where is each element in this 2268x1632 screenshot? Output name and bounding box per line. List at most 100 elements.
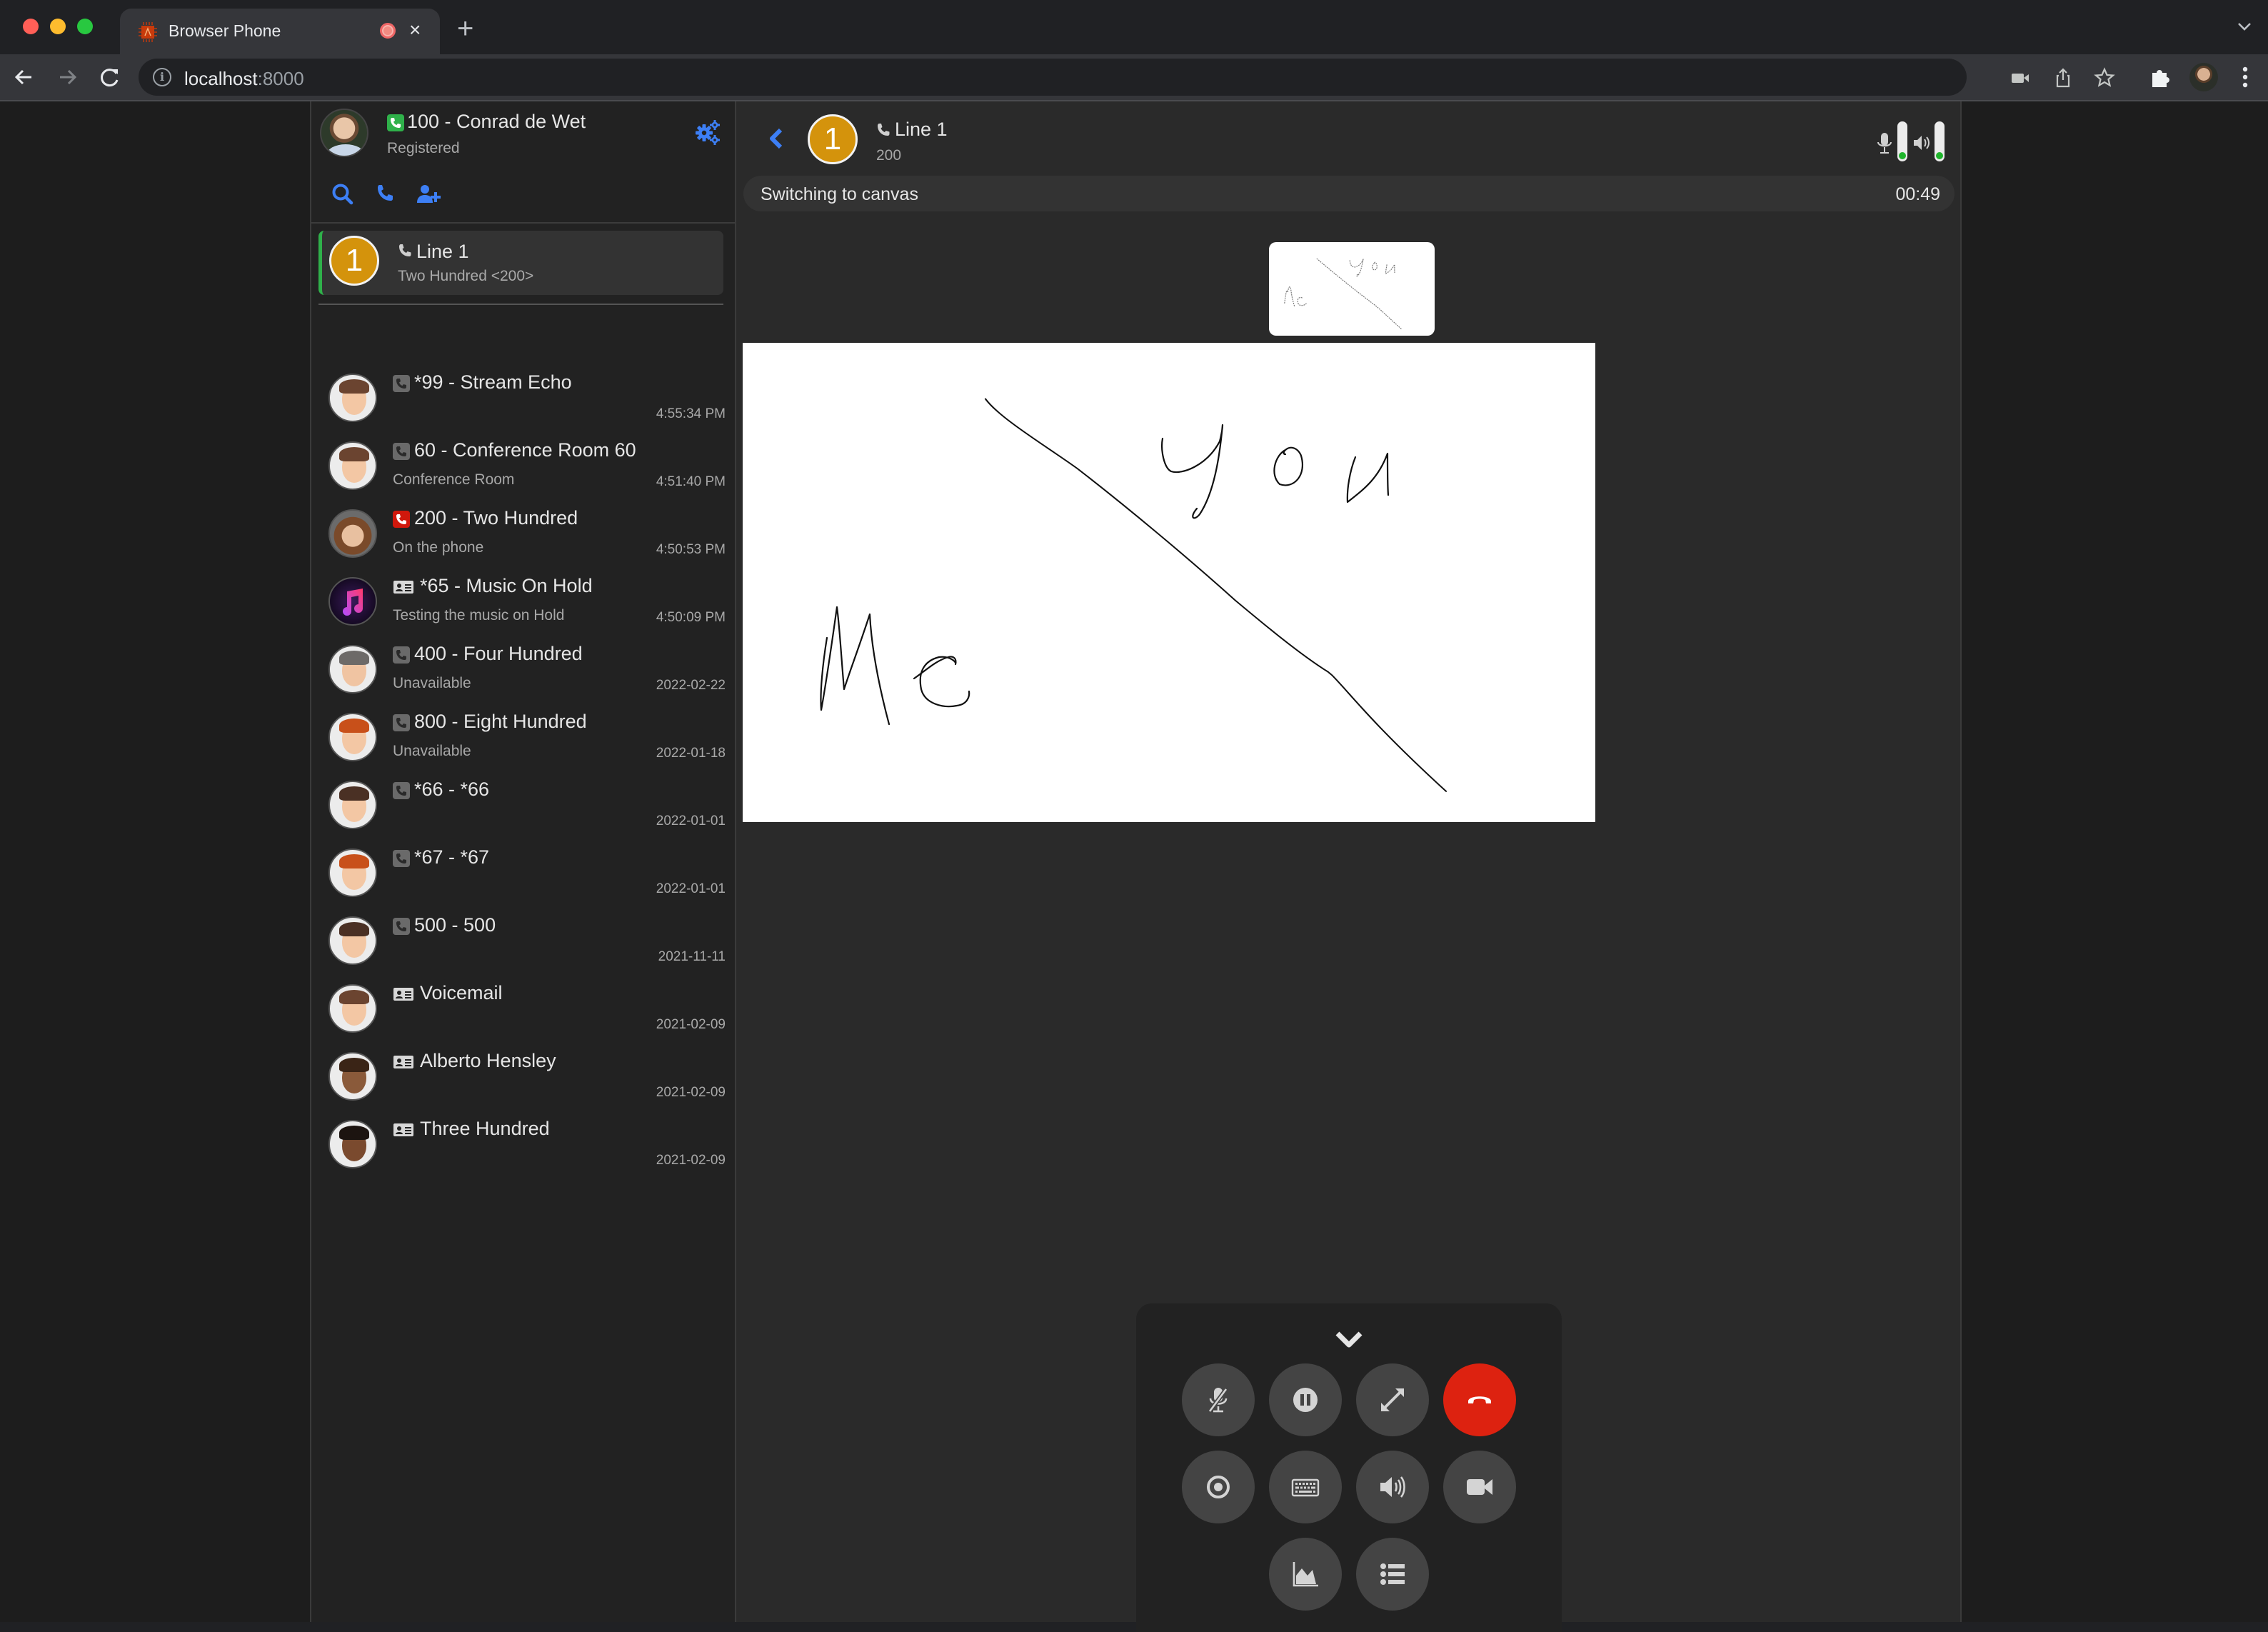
contact-name: 800 - Eight Hundred — [414, 711, 587, 732]
bookmark-star-icon[interactable] — [2094, 67, 2115, 89]
phone-status-icon — [393, 443, 410, 460]
window-maximize-button[interactable] — [77, 19, 93, 34]
video-button[interactable] — [1443, 1451, 1516, 1523]
contact-list-item[interactable]: Voicemail 2021-02-09 — [318, 976, 726, 1040]
contact-last-activity: 2022-01-18 — [656, 746, 726, 761]
contact-list-item[interactable]: Alberto Hensley 2021-02-09 — [318, 1043, 726, 1108]
contact-list-item[interactable]: 500 - 500 2021-11-11 — [318, 908, 726, 972]
expand-arrows-icon — [1381, 1388, 1404, 1411]
hangup-button[interactable] — [1443, 1363, 1516, 1436]
search-icon[interactable] — [330, 181, 356, 207]
list-icon — [1380, 1563, 1405, 1585]
contact-list-item[interactable]: *66 - *66 2022-01-01 — [318, 772, 726, 836]
speaker-icon — [1914, 136, 1930, 150]
record-button[interactable] — [1182, 1451, 1255, 1523]
contact-last-activity: 4:55:34 PM — [656, 406, 726, 421]
collapse-chevron-icon[interactable] — [1333, 1328, 1365, 1352]
app-favicon-icon — [139, 22, 157, 42]
url-host: localhost — [184, 68, 258, 89]
shared-drawing-canvas[interactable] — [743, 343, 1595, 822]
tab-close-button[interactable]: × — [409, 19, 421, 41]
share-icon[interactable] — [2052, 67, 2074, 89]
call-line-badge: 1 — [808, 114, 858, 164]
contact-avatar — [328, 1120, 377, 1168]
audio-devices-button[interactable] — [1356, 1451, 1429, 1523]
reload-icon[interactable] — [96, 63, 124, 91]
browser-menu-kebab-icon[interactable] — [2231, 63, 2259, 91]
header-divider — [311, 222, 735, 224]
contact-name: Voicemail — [420, 982, 503, 1003]
contacts-panel: 100 - Conrad de Wet Registered 1 Line 1 … — [310, 101, 736, 1622]
you-letter-o — [1273, 446, 1303, 486]
record-dot-icon — [1207, 1476, 1230, 1498]
contact-avatar — [328, 848, 377, 897]
site-info-icon[interactable]: i — [153, 68, 171, 86]
window-minimize-button[interactable] — [50, 19, 66, 34]
contact-list-item[interactable]: *67 - *67 2022-01-01 — [318, 840, 726, 904]
contact-name: 60 - Conference Room 60 — [414, 439, 636, 461]
add-contact-icon[interactable] — [416, 181, 441, 207]
preview-drawing — [1284, 258, 1402, 330]
mute-button[interactable] — [1182, 1363, 1255, 1436]
you-letter-u — [1346, 452, 1390, 504]
back-arrow-icon[interactable] — [10, 63, 39, 91]
active-line-item[interactable]: 1 Line 1 Two Hundred <200> — [318, 231, 723, 295]
contact-avatar — [328, 1052, 377, 1101]
browser-tab[interactable]: Browser Phone × — [120, 9, 440, 54]
call-stats-button[interactable] — [1269, 1538, 1342, 1611]
dtmf-keypad-button[interactable] — [1269, 1451, 1342, 1523]
registered-phone-icon — [387, 114, 404, 131]
contact-status-text: On the phone — [393, 539, 484, 556]
contact-list-item[interactable]: Three Hundred 2021-02-09 — [318, 1111, 726, 1176]
window-close-button[interactable] — [23, 19, 39, 34]
phone-icon — [399, 244, 411, 256]
phone-status-icon — [393, 782, 410, 799]
phone-icon — [878, 124, 890, 136]
contact-avatar — [328, 509, 377, 558]
contact-name: *66 - *66 — [414, 779, 490, 800]
expand-button[interactable] — [1356, 1363, 1429, 1436]
contact-list-item[interactable]: 60 - Conference Room 60 Conference Room 4:… — [318, 433, 726, 497]
new-tab-button[interactable]: + — [457, 9, 473, 49]
call-timeline-button[interactable] — [1356, 1538, 1429, 1611]
music-note-icon — [343, 589, 363, 616]
address-bar[interactable]: i localhost:8000 — [139, 59, 2115, 96]
settings-gears-icon[interactable] — [693, 119, 722, 147]
contact-card-icon — [393, 1053, 414, 1071]
line-subtitle: Two Hundred <200> — [398, 268, 534, 284]
forward-arrow-icon[interactable] — [53, 63, 81, 91]
volume-icon — [1380, 1476, 1405, 1498]
profile-avatar[interactable] — [320, 109, 368, 157]
back-chevron-icon[interactable] — [765, 124, 786, 153]
contact-status-text: Conference Room — [393, 471, 515, 488]
call-status-bar: Switching to canvas 00:49 — [743, 176, 1955, 211]
divider-stroke — [984, 398, 1447, 792]
contact-avatar — [328, 441, 377, 490]
phone-hangup-icon — [1468, 1396, 1491, 1403]
browser-tab-bar: Browser Phone × + — [0, 0, 2268, 54]
profile-avatar-icon[interactable] — [2189, 63, 2218, 91]
contact-list-item[interactable]: 400 - Four Hundred Unavailable 2022-02-22 — [318, 636, 726, 701]
contact-last-activity: 2021-02-09 — [656, 1153, 726, 1168]
call-number: 200 — [876, 147, 902, 164]
contact-name: 500 - 500 — [414, 914, 496, 936]
line-title: Line 1 — [416, 241, 469, 262]
local-canvas-preview[interactable] — [1269, 242, 1435, 336]
extensions-puzzle-icon[interactable] — [2147, 63, 2175, 91]
contact-list-item[interactable]: 200 - Two Hundred On the phone 4:50:53 PM — [318, 501, 726, 565]
camera-in-use-icon[interactable] — [2009, 67, 2031, 89]
contact-last-activity: 2022-02-22 — [656, 678, 726, 693]
call-line-title: Line 1 — [895, 119, 948, 140]
contact-avatar — [328, 984, 377, 1033]
contact-name: Alberto Hensley — [420, 1050, 556, 1071]
keyboard-icon — [1291, 1478, 1320, 1497]
hold-button[interactable] — [1269, 1363, 1342, 1436]
tab-search-chevron-icon[interactable] — [2235, 17, 2254, 36]
app-page: 100 - Conrad de Wet Registered 1 Line 1 … — [0, 101, 2268, 1632]
dial-phone-icon[interactable] — [373, 181, 398, 207]
contact-list-item[interactable]: *99 - Stream Echo 4:55:34 PM — [318, 365, 726, 429]
contact-list-item[interactable]: *65 - Music On Hold Testing the music on … — [318, 569, 726, 633]
contact-list-item[interactable]: 800 - Eight Hundred Unavailable 2022-01-18 — [318, 704, 726, 769]
contact-name: Three Hundred — [420, 1118, 550, 1139]
contact-avatar — [328, 374, 377, 422]
